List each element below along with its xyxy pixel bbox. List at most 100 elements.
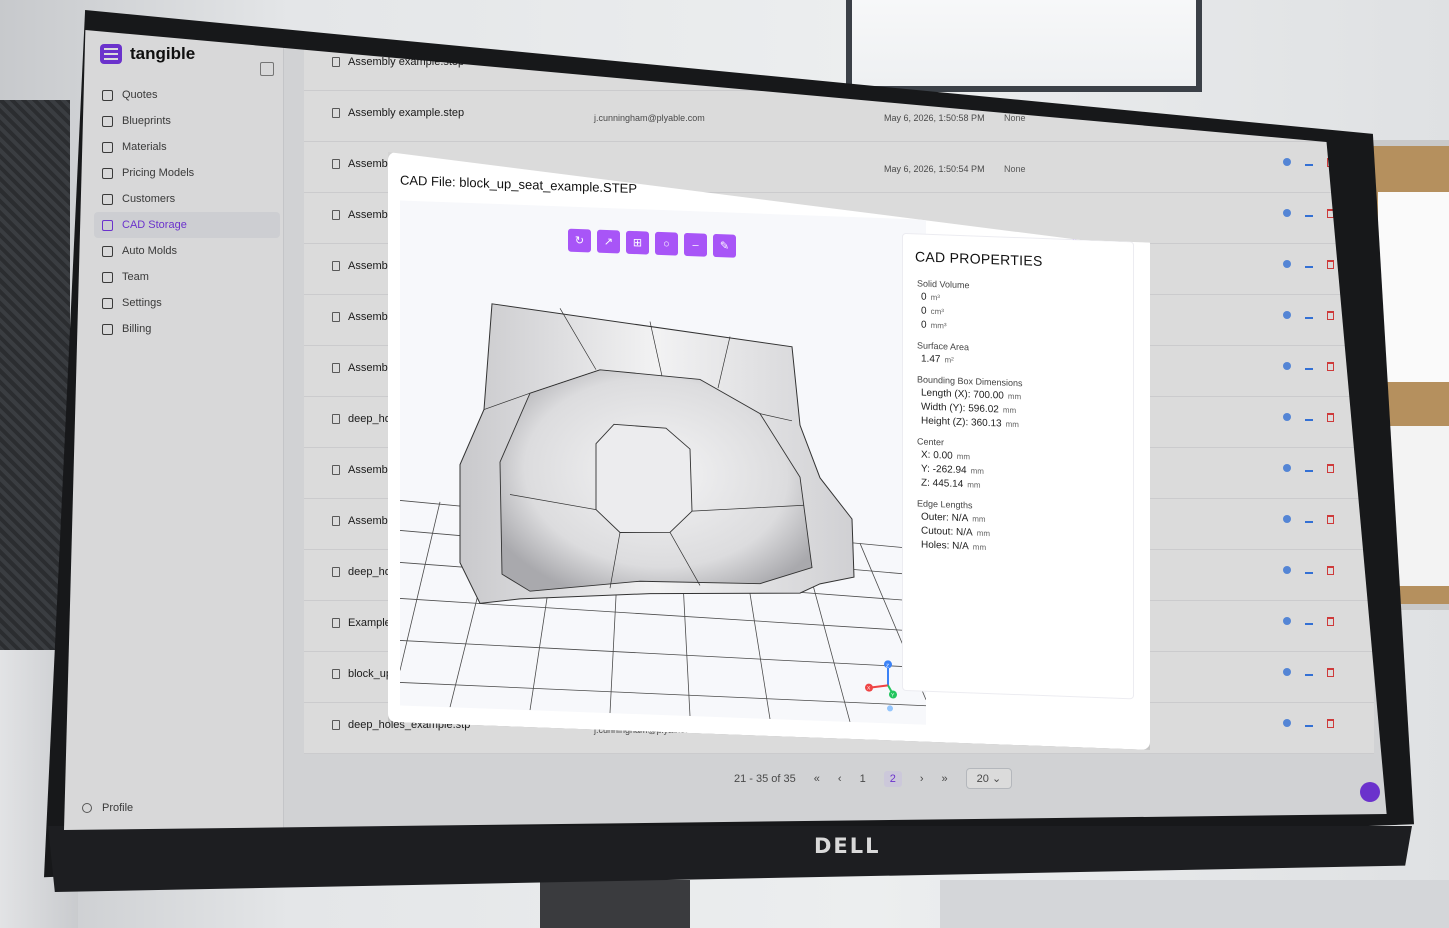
sidebar-item-quotes[interactable]: Quotes xyxy=(94,82,280,108)
file-icon xyxy=(102,89,113,101)
prev-page-button[interactable]: ‹ xyxy=(838,773,842,785)
file-name-cell[interactable]: Assembly xyxy=(332,209,396,221)
receipt-icon xyxy=(102,323,113,335)
sidebar-item-pricing-models[interactable]: Pricing Models xyxy=(94,160,280,186)
row-actions xyxy=(1283,362,1334,371)
row-actions xyxy=(1283,515,1334,524)
file-name-cell[interactable]: Assembly xyxy=(332,260,396,272)
download-icon[interactable] xyxy=(1305,617,1313,625)
chart-sheet xyxy=(1378,192,1449,382)
assistant-button[interactable] xyxy=(1360,782,1380,802)
trash-icon[interactable] xyxy=(1327,617,1334,626)
file-name-cell[interactable]: deep_hol xyxy=(332,413,393,425)
file-name: Example xyxy=(348,617,391,629)
file-name-cell[interactable]: Assembly xyxy=(332,311,396,323)
download-icon[interactable] xyxy=(1305,311,1313,319)
sidebar-item-billing[interactable]: Billing xyxy=(94,316,280,342)
profile-link[interactable]: Profile xyxy=(82,802,133,814)
trash-icon[interactable] xyxy=(1327,668,1334,677)
chevron-down-icon: ⌄ xyxy=(991,773,1002,785)
file-name-cell[interactable]: deep_hol xyxy=(332,566,393,578)
axis-label-z: Z xyxy=(886,663,889,669)
profile-label: Profile xyxy=(102,802,134,814)
download-icon[interactable] xyxy=(1305,719,1313,727)
next-page-button[interactable]: › xyxy=(920,773,924,785)
trash-icon[interactable] xyxy=(1327,311,1334,320)
trash-icon[interactable] xyxy=(1327,413,1334,422)
sidebar-item-cad-storage[interactable]: CAD Storage xyxy=(94,212,280,238)
building-icon xyxy=(102,193,113,205)
row-actions xyxy=(1283,719,1334,728)
logo-icon xyxy=(100,44,122,64)
monitor-brand-logo: DELL xyxy=(814,834,881,858)
file-icon xyxy=(332,108,340,118)
download-icon[interactable] xyxy=(1305,464,1313,472)
file-name: Assembly example.step xyxy=(348,107,465,119)
download-icon[interactable] xyxy=(1305,362,1313,370)
trash-icon[interactable] xyxy=(1327,515,1334,524)
row-actions xyxy=(1283,260,1334,269)
sidebar-item-label: Materials xyxy=(122,141,167,153)
first-page-button[interactable]: « xyxy=(814,773,820,785)
file-icon xyxy=(332,567,340,577)
sidebar-item-blueprints[interactable]: Blueprints xyxy=(94,108,280,134)
eye-icon[interactable] xyxy=(1283,515,1291,523)
app-name: tangible xyxy=(130,44,196,63)
eye-icon[interactable] xyxy=(1283,311,1291,319)
trash-icon[interactable] xyxy=(1327,464,1334,473)
sidebar-item-team[interactable]: Team xyxy=(94,264,280,290)
download-icon[interactable] xyxy=(1305,668,1313,676)
file-name-cell[interactable]: Assembly xyxy=(332,464,396,476)
row-actions xyxy=(1283,209,1334,218)
cad-model-render: Z Y X xyxy=(400,200,926,724)
trash-icon[interactable] xyxy=(1327,566,1334,575)
download-icon[interactable] xyxy=(1305,158,1313,166)
sidebar-item-auto-molds[interactable]: Auto Molds xyxy=(94,238,280,264)
app-logo[interactable]: tangible xyxy=(100,44,195,64)
sidebar-item-customers[interactable]: Customers xyxy=(94,186,280,212)
desk xyxy=(940,880,1449,928)
eye-icon[interactable] xyxy=(1283,413,1291,421)
eye-icon[interactable] xyxy=(1283,617,1291,625)
eye-icon[interactable] xyxy=(1283,464,1291,472)
page-1-button[interactable]: 1 xyxy=(860,773,866,785)
sidebar-item-settings[interactable]: Settings xyxy=(94,290,280,316)
file-icon xyxy=(332,720,340,730)
trash-icon[interactable] xyxy=(1327,719,1334,728)
cad-viewer[interactable]: ↻ ↗ ⊞ ○ – ✎ Z Y X xyxy=(400,200,926,724)
download-icon[interactable] xyxy=(1305,413,1313,421)
download-icon[interactable] xyxy=(1305,260,1313,268)
eye-icon[interactable] xyxy=(1283,719,1291,727)
download-icon[interactable] xyxy=(1305,515,1313,523)
eye-icon[interactable] xyxy=(1283,158,1291,166)
page-size-select[interactable]: 20 ⌄ xyxy=(965,768,1013,789)
trash-icon[interactable] xyxy=(1327,362,1334,371)
file-name-cell[interactable]: Assembly example.step xyxy=(332,107,464,119)
file-icon xyxy=(332,516,340,526)
eye-icon[interactable] xyxy=(1283,668,1291,676)
sidebar-collapse-icon[interactable] xyxy=(260,62,274,76)
cube-icon xyxy=(102,219,113,231)
user-icon xyxy=(82,803,92,813)
file-name-cell[interactable]: Assembly xyxy=(332,158,396,170)
eye-icon[interactable] xyxy=(1283,566,1291,574)
status-value: None xyxy=(1004,164,1026,174)
sidebar-item-label: Pricing Models xyxy=(122,167,195,179)
page-2-button[interactable]: 2 xyxy=(883,770,902,787)
download-icon[interactable] xyxy=(1305,209,1313,217)
trash-icon[interactable] xyxy=(1327,260,1334,269)
file-icon xyxy=(332,159,340,169)
file-icon xyxy=(332,669,340,679)
last-page-button[interactable]: » xyxy=(942,773,948,785)
file-name-cell[interactable]: Example xyxy=(332,617,391,629)
sidebar-item-materials[interactable]: Materials xyxy=(94,134,280,160)
download-icon[interactable] xyxy=(1305,566,1313,574)
eye-icon[interactable] xyxy=(1283,260,1291,268)
file-name-cell[interactable]: Assembly xyxy=(332,515,396,527)
sidebar-item-label: CAD Storage xyxy=(122,219,187,231)
eye-icon[interactable] xyxy=(1283,362,1291,370)
properties-heading: CAD PROPERTIES xyxy=(915,248,1043,270)
sidebar: tangible Quotes Blueprints Materials Pri… xyxy=(64,30,284,830)
eye-icon[interactable] xyxy=(1283,209,1291,217)
file-name-cell[interactable]: Assembly xyxy=(332,362,396,374)
